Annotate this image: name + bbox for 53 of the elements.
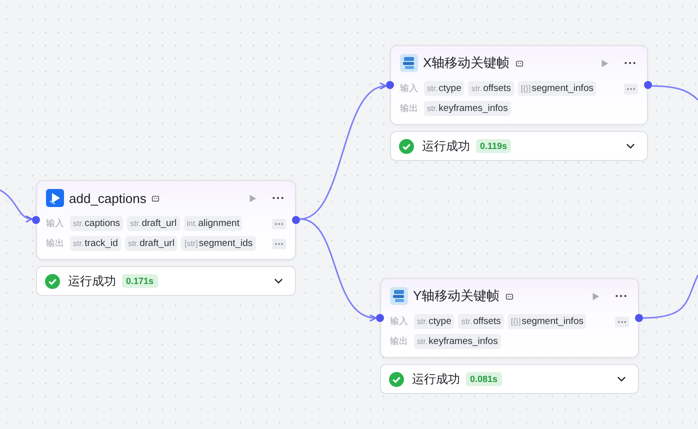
row-label: 输入 xyxy=(46,217,64,230)
row-label: 输出 xyxy=(390,335,408,348)
input-port[interactable] xyxy=(32,216,40,224)
parameter-tag: str.draft_url xyxy=(127,216,180,231)
row-label: 输出 xyxy=(400,102,418,115)
parameter-tag: int.alignment xyxy=(184,216,242,231)
parameter-tag: str.ctype xyxy=(424,81,464,96)
chevron-down-icon[interactable] xyxy=(626,143,635,149)
connector-line xyxy=(642,274,698,319)
run-status-bar[interactable]: 运行成功 0.119s xyxy=(390,131,648,161)
duration-badge: 0.171s xyxy=(122,274,158,288)
parameter-tag: str.track_id xyxy=(70,236,121,251)
play-logo-icon xyxy=(46,189,64,207)
parameter-tag: [{}]segment_infos xyxy=(508,314,586,329)
parameter-tag: str.keyframes_infos xyxy=(414,334,501,349)
duration-badge: 0.081s xyxy=(466,372,502,386)
status-text: 运行成功 xyxy=(412,370,460,388)
parameter-tag: str.offsets xyxy=(458,314,504,329)
more-icon[interactable] xyxy=(624,61,636,65)
row-label: 输出 xyxy=(46,237,64,250)
more-icon[interactable] xyxy=(615,294,627,298)
layers-logo-icon xyxy=(400,54,418,72)
parameter-tag: str.captions xyxy=(70,216,124,231)
robot-icon xyxy=(151,194,160,202)
chevron-down-icon[interactable] xyxy=(274,278,283,284)
output-port[interactable] xyxy=(292,216,300,224)
parameter-tag: [str]segment_ids xyxy=(181,236,256,251)
parameter-tag: str.draft_url xyxy=(124,236,178,251)
output-port[interactable] xyxy=(635,314,643,322)
parameter-tag: str.ctype xyxy=(414,314,454,329)
run-status-bar[interactable]: 运行成功 0.171s xyxy=(36,266,296,296)
node-title: add_captions xyxy=(69,190,146,206)
node-title: X轴移动关键帧 xyxy=(423,54,510,72)
parameter-tag: str.offsets xyxy=(468,81,514,96)
more-icon[interactable] xyxy=(272,196,284,200)
connector-arrow xyxy=(0,189,33,222)
connector-line xyxy=(652,85,698,101)
duration-badge: 0.119s xyxy=(476,139,512,153)
layers-logo-icon xyxy=(390,287,408,305)
output-port[interactable] xyxy=(644,81,652,89)
status-text: 运行成功 xyxy=(68,272,116,290)
robot-icon xyxy=(504,292,514,300)
node-title: Y轴移动关键帧 xyxy=(413,287,500,305)
parameter-tag: [{}]segment_infos xyxy=(518,81,596,96)
robot-icon xyxy=(514,58,524,68)
chevron-down-icon[interactable] xyxy=(617,376,626,382)
run-status-bar[interactable]: 运行成功 0.081s xyxy=(380,364,639,394)
row-label: 输入 xyxy=(390,315,408,328)
parameter-tag: str.keyframes_infos xyxy=(424,101,511,116)
status-text: 运行成功 xyxy=(422,138,470,154)
input-port[interactable] xyxy=(376,314,384,322)
input-port[interactable] xyxy=(386,81,394,89)
row-label: 输入 xyxy=(400,82,418,95)
